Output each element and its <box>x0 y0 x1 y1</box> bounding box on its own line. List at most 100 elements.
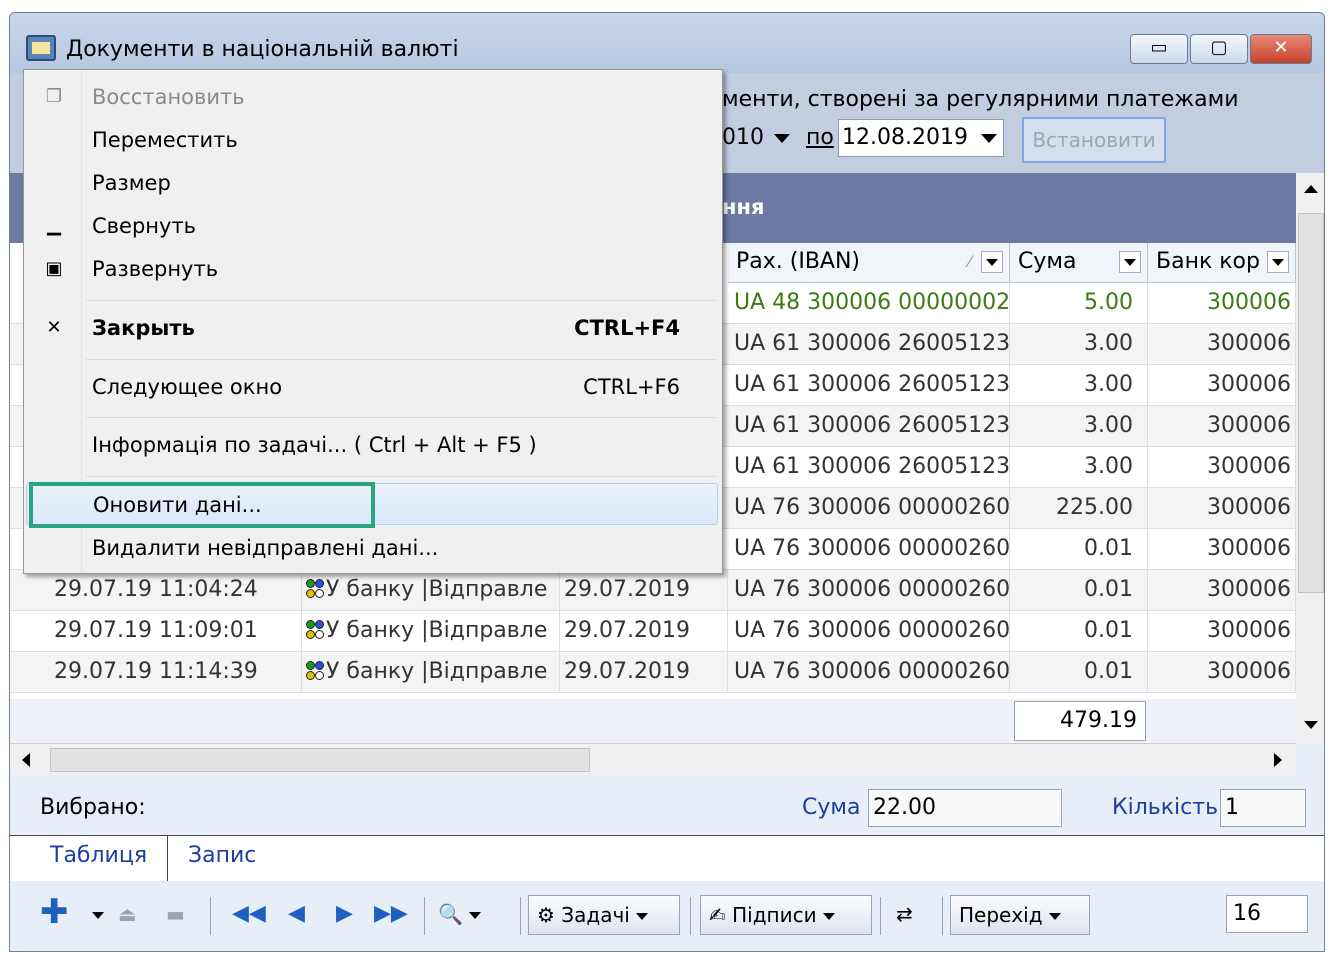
toolbar-separator <box>690 897 691 935</box>
menu-item-close[interactable]: ✕ Закрыть CTRL+F4 <box>24 307 720 349</box>
horizontal-scrollbar[interactable] <box>10 743 1296 775</box>
column-header-sum[interactable]: Сума <box>1010 243 1148 283</box>
column-header-bank[interactable]: Банк кор <box>1148 243 1296 283</box>
view-tabs: Таблиця Запис <box>10 835 1324 882</box>
previous-record-icon[interactable]: ◀ <box>288 895 305 935</box>
table-row[interactable]: 29.07.19 11:09:01 У банку |Відправле 29.07… <box>10 611 1296 652</box>
status-indicator-icon <box>306 579 324 601</box>
cell-bank: 300006 <box>1148 652 1296 692</box>
eject-icon[interactable]: ⏏ <box>118 895 137 935</box>
add-icon[interactable]: ✚ <box>40 895 69 935</box>
date-from-select[interactable]: 010 <box>722 121 802 155</box>
cell-bank: 300006 <box>1148 529 1296 569</box>
column-header-iban[interactable]: Рах. (IBAN) ⁄ <box>728 243 1010 283</box>
menu-item-size[interactable]: Размер <box>24 162 720 204</box>
cell-sum: 0.01 <box>1010 529 1148 569</box>
tasks-button-label: Задачі <box>561 903 630 927</box>
menu-item-move[interactable]: Переместить <box>24 119 720 161</box>
date-to-select[interactable]: 12.08.2019 <box>838 119 1004 157</box>
cell-time: 29.07.19 11:14:39 <box>50 652 302 692</box>
cell-iban: UA 76 300006 00000260 <box>728 570 1010 610</box>
app-icon[interactable] <box>26 35 56 61</box>
scroll-left-icon[interactable] <box>22 753 30 767</box>
last-record-icon[interactable]: ▶▶ <box>374 895 408 935</box>
tab-record[interactable]: Запис <box>174 836 270 882</box>
tasks-button[interactable]: ⚙ Задачі <box>528 895 680 935</box>
column-filter-iban-button[interactable] <box>981 251 1003 273</box>
menu-separator <box>86 359 716 360</box>
selected-label: Вибрано: <box>40 795 146 820</box>
chevron-down-icon[interactable] <box>981 134 997 143</box>
cell-date: 29.07.2019 <box>560 570 728 610</box>
add-dropdown-icon[interactable] <box>86 895 104 935</box>
table-row[interactable]: 29.07.19 11:04:24 У банку |Відправле 29.07… <box>10 570 1296 611</box>
toolbar-separator <box>942 897 943 935</box>
toolbar-separator <box>424 897 425 935</box>
apply-filter-button[interactable]: Встановити <box>1022 117 1166 163</box>
vertical-scroll-thumb[interactable] <box>1298 213 1324 593</box>
selected-count-label: Кількість <box>1112 795 1219 820</box>
menu-item-restore-label: Восстановить <box>92 85 245 109</box>
scroll-down-icon[interactable] <box>1304 721 1318 729</box>
maximize-icon: ▣ <box>45 258 63 279</box>
menu-separator <box>86 417 716 418</box>
goto-button[interactable]: Перехід <box>950 895 1090 935</box>
cell-status-text: У банку |Відправле <box>326 659 548 684</box>
tab-table[interactable]: Таблиця <box>36 836 168 882</box>
menu-item-next-window-label: Следующее окно <box>92 375 283 399</box>
tasks-icon: ⚙ <box>537 903 555 927</box>
horizontal-scroll-thumb[interactable] <box>50 748 590 772</box>
selected-sum-field[interactable]: 22.00 <box>868 789 1062 827</box>
column-filter-sum-button[interactable] <box>1119 251 1141 273</box>
vertical-scrollbar[interactable] <box>1296 173 1324 743</box>
cell-status-text: У банку |Відправле <box>326 577 548 602</box>
maximize-button[interactable]: ▢ <box>1190 34 1248 64</box>
menu-item-delete-unsent[interactable]: Видалити невідправлені дані... <box>24 527 720 569</box>
next-record-icon[interactable]: ▶ <box>336 895 353 935</box>
menu-item-restore[interactable]: ❐ Восстановить <box>24 76 720 118</box>
menu-item-maximize[interactable]: ▣ Развернуть <box>24 248 720 290</box>
chevron-down-icon[interactable] <box>774 133 790 143</box>
first-record-icon[interactable]: ◀◀ <box>232 895 266 935</box>
scroll-up-icon[interactable] <box>1304 185 1318 193</box>
cell-iban: UA 61 300006 26005123 <box>728 324 1010 364</box>
cell-sum: 3.00 <box>1010 447 1148 487</box>
menu-item-next-window-shortcut: CTRL+F6 <box>583 375 680 399</box>
toolbar-separator <box>520 897 521 935</box>
cell-sum: 225.00 <box>1010 488 1148 528</box>
cell-bank: 300006 <box>1148 406 1296 446</box>
close-button[interactable]: ✕ <box>1250 34 1312 64</box>
cell-status-text: У банку |Відправле <box>326 618 548 643</box>
cell-bank: 300006 <box>1148 324 1296 364</box>
menu-item-next-window[interactable]: Следующее окно CTRL+F6 <box>24 366 720 408</box>
page-number-field[interactable]: 16 <box>1226 895 1308 933</box>
cell-time: 29.07.19 11:09:01 <box>50 611 302 651</box>
document-exchange-icon[interactable]: ⇄ <box>896 895 913 935</box>
cell-bank: 300006 <box>1148 488 1296 528</box>
menu-item-close-label: Закрыть <box>92 316 195 340</box>
status-indicator-icon <box>306 620 324 642</box>
menu-separator <box>86 300 716 301</box>
menu-item-minimize[interactable]: ▁ Свернуть <box>24 205 720 247</box>
minimize-button[interactable]: ▭ <box>1130 34 1188 64</box>
cell-sum: 0.01 <box>1010 611 1148 651</box>
menu-item-task-info[interactable]: Інформація по задачі... ( Ctrl + Alt + F… <box>24 424 720 466</box>
search-icon[interactable]: 🔍 <box>438 895 481 935</box>
menu-item-size-label: Размер <box>92 171 171 195</box>
scroll-right-icon[interactable] <box>1274 753 1282 767</box>
cell-iban: UA 76 300006 00000260 <box>728 529 1010 569</box>
date-to-label: по <box>806 125 834 150</box>
column-filter-bank-button[interactable] <box>1267 251 1289 273</box>
status-indicator-icon <box>306 661 324 683</box>
toolbar-separator <box>210 897 211 935</box>
selected-count-field[interactable]: 1 <box>1220 789 1306 827</box>
date-from-value: 010 <box>722 125 764 150</box>
signatures-button[interactable]: ✍ Підписи <box>700 895 872 935</box>
cell-bank: 300006 <box>1148 611 1296 651</box>
close-icon: ✕ <box>46 317 62 338</box>
minus-icon[interactable]: ▬ <box>166 895 185 935</box>
cell-iban: UA 61 300006 26005123 <box>728 365 1010 405</box>
cell-status: У банку |Відправле <box>302 652 560 692</box>
table-row[interactable]: 29.07.19 11:14:39 У банку |Відправле 29.07… <box>10 652 1296 693</box>
title-bar[interactable]: Документи в національній валюті ▭ ▢ ✕ <box>10 13 1324 73</box>
